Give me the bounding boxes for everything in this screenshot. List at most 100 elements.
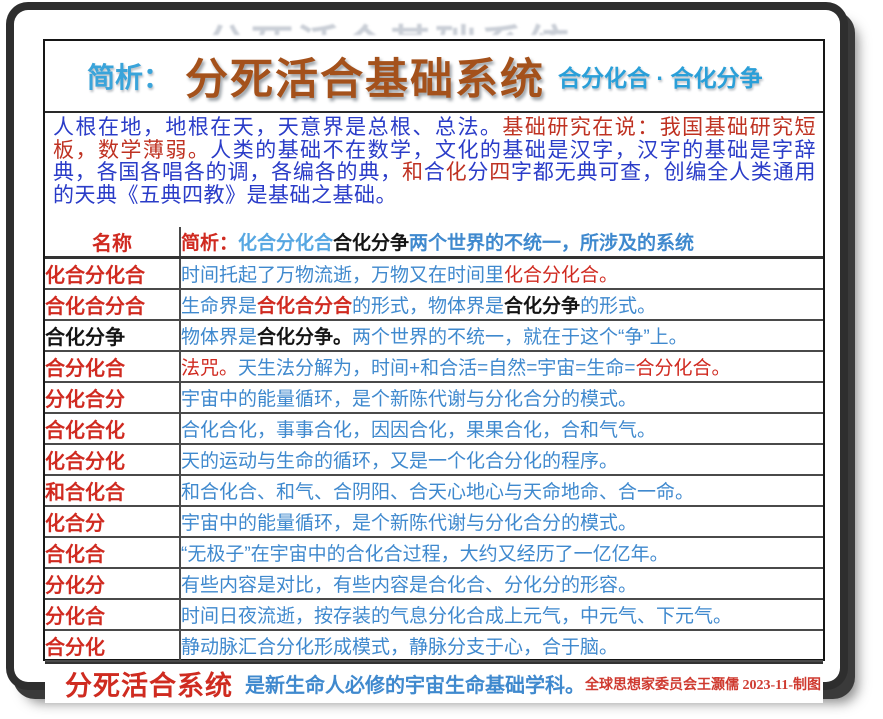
row-description: 天的运动与生命的循环，又是一个化合分化的程序。 xyxy=(179,443,823,476)
intro-paragraph: 人根在地，地根在天，天意界是总根、总法。基础研究在说：我国基础研究短板，数学薄弱… xyxy=(45,113,823,227)
table-row: 合分化 静动脉汇合分化形成模式，静脉分支于心，合于脑。 xyxy=(45,629,823,662)
text-segment: 时间日夜流逝，按存装的气息分化合成上元气，中元气、下元气。 xyxy=(181,606,733,627)
page-title: 分死活合基础系统 xyxy=(185,56,546,104)
text-segment: 生命界是 xyxy=(181,296,258,317)
text-segment: 静动脉汇合分化形成模式，静脉分支于心，合于脑。 xyxy=(181,637,619,658)
row-description: “无极子”在宇宙中的合化合过程，大约又经历了一亿亿年。 xyxy=(179,536,823,569)
text-segment: 的形式，物体界是 xyxy=(352,296,505,317)
text-segment: 化 xyxy=(445,160,468,185)
text-segment: 化合分化合 xyxy=(238,233,334,254)
text-segment: 分化分 xyxy=(45,575,105,597)
row-name: 分化分 xyxy=(45,567,181,600)
text-segment: 合化合化，事事合化，因因合化，果果合化，合和气气。 xyxy=(181,420,657,441)
text-segment: 两个世界的不统一，就在于这个“争”上。 xyxy=(352,327,688,348)
row-description: 静动脉汇合分化形成模式，静脉分支于心，合于脑。 xyxy=(179,629,823,662)
table-row: 化合分化 天的运动与生命的循环，又是一个化合分化的程序。 xyxy=(45,443,823,476)
text-segment: 化合分化合。 xyxy=(504,265,619,286)
text-segment: 简析： xyxy=(181,233,239,254)
text-segment: 名称 xyxy=(92,233,132,255)
row-name: 分化合分 xyxy=(45,381,181,414)
text-segment: 有些内容是对比，有些内容是合化合、分化分的形容。 xyxy=(181,575,638,596)
text-segment: 合化合化 xyxy=(45,420,125,442)
text-segment: 合化分争 xyxy=(504,296,581,317)
row-name: 合化合化 xyxy=(45,412,181,445)
text-segment: 和合化合 xyxy=(45,482,125,504)
row-description: 有些内容是对比，有些内容是合化合、分化分的形容。 xyxy=(179,567,823,600)
row-description: 物体界是合化分争。两个世界的不统一，就在于这个“争”上。 xyxy=(179,319,823,352)
text-segment: 化合分 xyxy=(45,513,105,535)
text-segment: 宇宙中的能量循环，是个新陈代谢与分化合分的模式。 xyxy=(181,389,638,410)
ghost-title-artifact: 分死活合基础系统 xyxy=(205,17,785,35)
text-segment: 化合分化合 xyxy=(45,265,145,287)
text-segment: 时间托起了万物流逝，万物又在时间里 xyxy=(181,265,505,286)
row-description: 时间托起了万物流逝，万物又在时间里化合分化合。 xyxy=(179,256,823,290)
text-segment: 物体界是 xyxy=(181,327,258,348)
row-description: 生命界是合化合分合的形式，物体界是合化分争的形式。 xyxy=(179,288,823,321)
table-row: 合分化合 法咒。天生法分解为，时间+和合活=自然=宇宙=生命=合分化合。 xyxy=(45,350,823,383)
poster-content: 分死活合基础系统 简析： 分死活合基础系统 合分化合 · 合化分争 人根在地，地… xyxy=(43,22,825,703)
text-segment: 法咒。 xyxy=(181,358,239,379)
text-segment: 合化合分合 xyxy=(257,296,353,317)
table-header-row: 名称 简析：化合分化合合化分争两个世界的不统一，所涉及的系统 xyxy=(45,227,823,259)
footer-credit: 全球思想家委员会王灏儒 2023-11-制图 xyxy=(585,677,822,693)
row-name: 合化分争 xyxy=(45,319,181,352)
table-row: 分化合分 宇宙中的能量循环，是个新陈代谢与分化合分的模式。 xyxy=(45,381,823,414)
text-segment: 两个世界的不统一，所涉及的系统 xyxy=(409,233,695,254)
text-segment: 的形式。 xyxy=(580,296,657,317)
framed-poster: 分死活合基础系统 简析： 分死活合基础系统 合分化合 · 合化分争 人根在地，地… xyxy=(14,10,840,703)
text-segment: 字 xyxy=(511,160,533,185)
text-segment: 合分化 xyxy=(45,637,105,659)
table-row: 化合分 宇宙中的能量循环，是个新陈代谢与分化合分的模式。 xyxy=(45,505,823,538)
text-segment: 合化分争 xyxy=(45,327,125,349)
table-row: 合化合化 合化合化，事事合化，因因合化，果果合化，合和气气。 xyxy=(45,412,823,445)
table-row: 合化合 “无极子”在宇宙中的合化合过程，大约又经历了一亿亿年。 xyxy=(45,536,823,569)
text-segment: 分化合分 xyxy=(45,389,125,411)
row-description: 宇宙中的能量循环，是个新陈代谢与分化合分的模式。 xyxy=(179,505,823,538)
row-description: 时间日夜流逝，按存装的气息分化合成上元气，中元气、下元气。 xyxy=(179,598,823,631)
table-row: 分化合 时间日夜流逝，按存装的气息分化合成上元气，中元气、下元气。 xyxy=(45,598,823,631)
row-name: 和合化合 xyxy=(45,474,181,507)
table-row: 合化合分合 生命界是合化合分合的形式，物体界是合化分争的形式。 xyxy=(45,288,823,321)
text-segment: 和 xyxy=(401,160,424,185)
text-segment: “无极子”在宇宙中的合化合过程，大约又经历了一亿亿年。 xyxy=(181,544,669,565)
concepts-table: 名称 简析：化合分化合合化分争两个世界的不统一，所涉及的系统 化合分化合 时间托起… xyxy=(45,227,823,662)
row-name: 化合分化 xyxy=(45,443,181,476)
row-name: 分化合 xyxy=(45,598,181,631)
title-prefix: 简析： xyxy=(87,62,172,93)
text-segment: 合化分争。 xyxy=(257,327,353,348)
text-segment: 宇宙中的能量循环，是个新陈代谢与分化合分的模式。 xyxy=(181,513,638,534)
text-segment: 和合化合、和气、合阴阳、合天心地心与天命地命、合一命。 xyxy=(181,482,695,503)
footer-band: 分死活合系统 是新生命人必修的宇宙生命基础学科。 全球思想家委员会王灏儒 202… xyxy=(45,662,823,703)
text-segment: 天的运动与生命的循环，又是一个化合分化的程序。 xyxy=(181,451,619,472)
table-row: 和合化合 和合化合、和气、合阴阳、合天心地心与天命地命、合一命。 xyxy=(45,474,823,507)
text-segment: 合分化合 xyxy=(45,358,125,380)
table-row: 分化分 有些内容是对比，有些内容是合化合、分化分的形容。 xyxy=(45,567,823,600)
table-body: 化合分化合 时间托起了万物流逝，万物又在时间里化合分化合。 合化合分合 生命界是合化合… xyxy=(45,256,823,662)
row-name: 合分化合 xyxy=(45,350,181,383)
row-name: 化合分化合 xyxy=(45,256,181,290)
title-band: 分死活合基础系统 简析： 分死活合基础系统 合分化合 · 合化分争 xyxy=(45,22,823,113)
row-name: 合分化 xyxy=(45,629,181,662)
column-header-name: 名称 xyxy=(45,227,181,259)
text-segment: 四 xyxy=(489,160,512,185)
column-header-desc: 简析：化合分化合合化分争两个世界的不统一，所涉及的系统 xyxy=(179,227,823,259)
text-segment: 合分化合。 xyxy=(635,358,731,379)
text-segment: 合化分争 xyxy=(333,233,410,254)
footer-title: 分死活合系统 xyxy=(65,671,233,701)
text-segment: 分化合 xyxy=(45,606,105,628)
row-name: 合化合 xyxy=(45,536,181,569)
text-segment: 分 xyxy=(467,160,490,185)
row-description: 合化合化，事事合化，因因合化，果果合化，合和气气。 xyxy=(179,412,823,445)
text-segment: 合化合分合 xyxy=(45,296,145,318)
footer-text: 是新生命人必修的宇宙生命基础学科。 xyxy=(245,675,585,697)
text-segment: 合 xyxy=(423,160,446,185)
text-segment: 合化合 xyxy=(45,544,105,566)
table-row: 合化分争 物体界是合化分争。两个世界的不统一，就在于这个“争”上。 xyxy=(45,319,823,352)
text-segment: 天生法分解为，时间+和合活=自然=宇宙=生命= xyxy=(238,358,636,379)
text-segment: 化合分化 xyxy=(45,451,125,473)
row-description: 宇宙中的能量循环，是个新陈代谢与分化合分的模式。 xyxy=(179,381,823,414)
text-segment: 人根在地，地根在天，天意界是总根、总法。 xyxy=(53,115,503,139)
row-name: 化合分 xyxy=(45,505,181,538)
row-description: 法咒。天生法分解为，时间+和合活=自然=宇宙=生命=合分化合。 xyxy=(179,350,823,383)
table-row: 化合分化合 时间托起了万物流逝，万物又在时间里化合分化合。 xyxy=(45,256,823,290)
